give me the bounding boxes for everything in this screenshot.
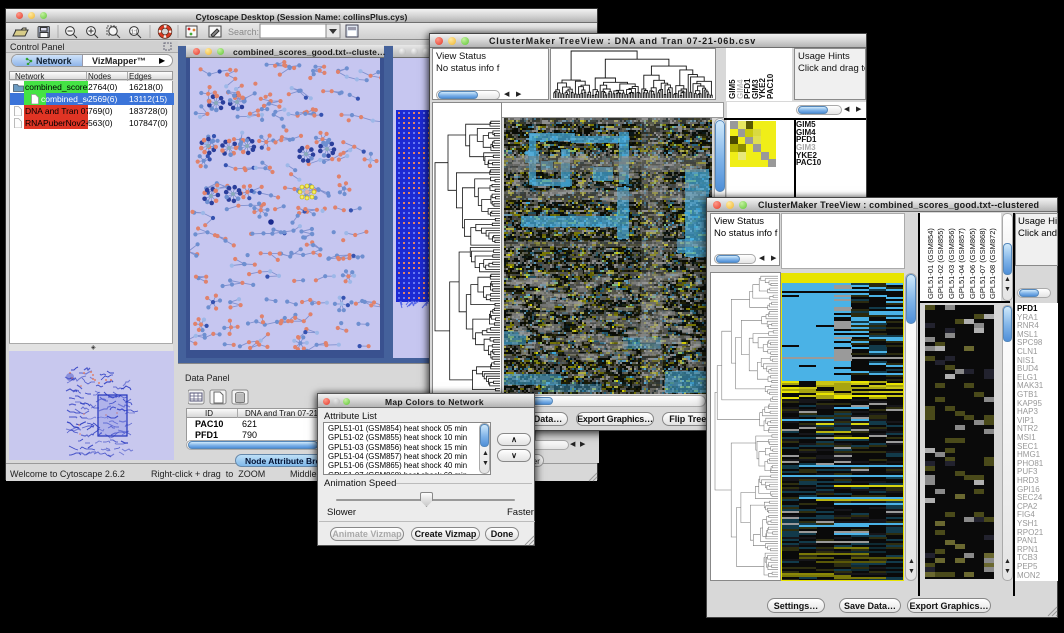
svg-text:1:1: 1:1: [131, 30, 138, 36]
svg-text:GPL51-06 (GSM865): GPL51-06 (GSM865): [968, 228, 977, 299]
svg-text:GPL51-08 (GSM872): GPL51-08 (GSM872): [988, 228, 997, 299]
svg-text:PAC10: PAC10: [766, 73, 775, 99]
svg-text:GPL51-04 (GSM857): GPL51-04 (GSM857): [957, 228, 966, 299]
svg-text:GPL51-02 (GSM855): GPL51-02 (GSM855): [936, 228, 945, 299]
svg-text:GPL51-07 (GSM868): GPL51-07 (GSM868): [978, 228, 987, 299]
svg-text:Search:: Search:: [228, 27, 259, 37]
svg-text:GPL51-03 (GSM856): GPL51-03 (GSM856): [947, 228, 956, 299]
svg-text:GPL51-01 (GSM854): GPL51-01 (GSM854): [926, 228, 935, 299]
